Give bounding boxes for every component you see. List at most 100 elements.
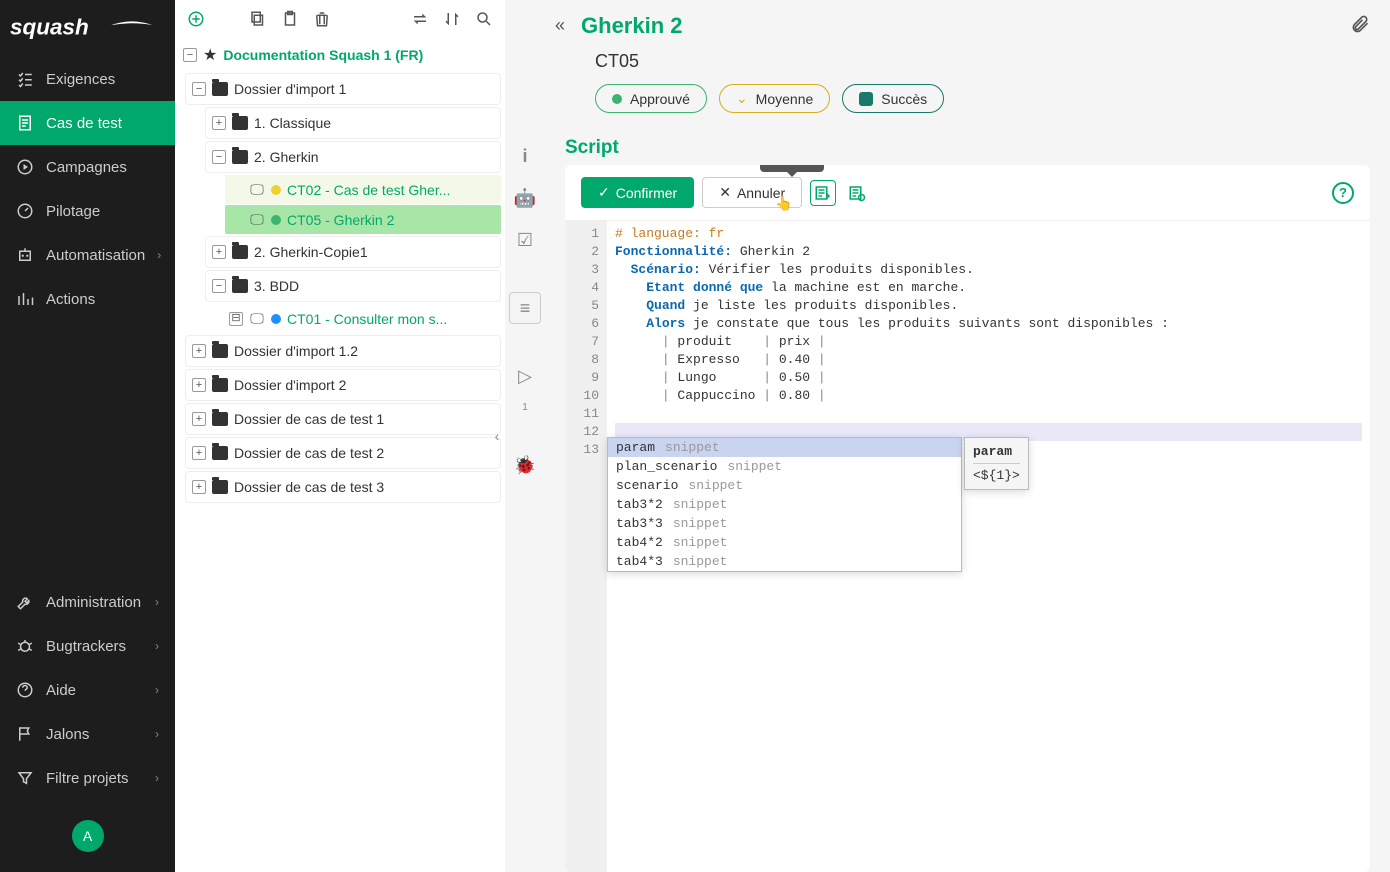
- expander-icon[interactable]: +: [192, 446, 206, 460]
- confirm-label: Confirmer: [616, 185, 677, 201]
- tree-folder[interactable]: +Dossier de cas de test 3: [185, 471, 501, 503]
- tree-folder[interactable]: +1. Classique: [205, 107, 501, 139]
- nav-actions[interactable]: Actions: [0, 277, 175, 321]
- collapse-tree-icon[interactable]: ‹: [489, 416, 505, 456]
- bug-icon[interactable]: 🐞: [509, 449, 541, 481]
- status-result[interactable]: Succès: [842, 84, 944, 113]
- list-icon[interactable]: ≡: [509, 292, 541, 324]
- nav-campagnes[interactable]: Campagnes: [0, 145, 175, 189]
- tree-folder[interactable]: + Dossier d'import 1.2: [185, 335, 501, 367]
- tree-test-item[interactable]: ⊟🖵CT01 - Consulter mon s...: [225, 304, 501, 333]
- tree-folder[interactable]: − Dossier d'import 1: [185, 73, 501, 105]
- checkbox-icon[interactable]: ☑: [509, 224, 541, 256]
- tree-label: 2. Gherkin: [254, 149, 319, 165]
- autocomplete-item[interactable]: plan_scenariosnippet: [608, 457, 961, 476]
- back-icon[interactable]: «: [555, 15, 565, 36]
- nav-filtre-projets[interactable]: Filtre projets›: [0, 756, 175, 800]
- nav-automatisation[interactable]: Automatisation›: [0, 233, 175, 277]
- robot-icon[interactable]: 🤖: [509, 182, 541, 214]
- code-line[interactable]: Fonctionnalité: Gherkin 2: [615, 243, 1362, 261]
- expander-icon[interactable]: [229, 213, 243, 227]
- sort-icon[interactable]: [441, 8, 463, 30]
- tree-label: Dossier d'import 1: [234, 81, 346, 97]
- copy-icon[interactable]: [247, 8, 269, 30]
- nav-label: Aide: [46, 682, 76, 699]
- autocomplete-item[interactable]: tab4*3snippet: [608, 552, 961, 571]
- nav-exigences[interactable]: Exigences: [0, 57, 175, 101]
- avatar[interactable]: A: [72, 820, 104, 852]
- code-line[interactable]: [615, 405, 1362, 423]
- collapse-icon[interactable]: −: [183, 48, 197, 62]
- insert-snippet-button[interactable]: [810, 180, 836, 206]
- delete-icon[interactable]: [311, 8, 333, 30]
- star-icon[interactable]: ★: [203, 45, 217, 65]
- help-icon[interactable]: ?: [1332, 182, 1354, 204]
- cancel-button[interactable]: ✕Annuler: [702, 177, 802, 208]
- expander-icon[interactable]: +: [192, 480, 206, 494]
- tree-project-root[interactable]: − ★ Documentation Squash 1 (FR): [179, 39, 501, 71]
- code-line[interactable]: Alors je constate que tous les produits …: [615, 315, 1362, 333]
- nav-cas-de-test[interactable]: Cas de test: [0, 101, 175, 145]
- expander-icon[interactable]: +: [192, 378, 206, 392]
- play-count: 1: [522, 402, 528, 413]
- code-line[interactable]: | Cappuccino | 0.80 |: [615, 387, 1362, 405]
- tree-folder[interactable]: −3. BDD: [205, 270, 501, 302]
- tree-folder[interactable]: +2. Gherkin-Copie1: [205, 236, 501, 268]
- code-line[interactable]: | Expresso | 0.40 |: [615, 351, 1362, 369]
- tree-folder[interactable]: +Dossier d'import 2: [185, 369, 501, 401]
- expander-icon[interactable]: ⊟: [229, 312, 243, 326]
- tree-folder[interactable]: + Dossier de cas de test 1: [185, 403, 501, 435]
- tree-folder[interactable]: +Dossier de cas de test 2: [185, 437, 501, 469]
- status-approved[interactable]: Approuvé: [595, 84, 707, 113]
- project-label: Documentation Squash 1 (FR): [223, 47, 423, 63]
- autocomplete-item[interactable]: tab3*3snippet: [608, 514, 961, 533]
- expander-icon[interactable]: −: [192, 82, 206, 96]
- code-line[interactable]: # language: fr: [615, 225, 1362, 243]
- tree[interactable]: − ★ Documentation Squash 1 (FR) − Dossier…: [175, 38, 505, 505]
- autocomplete-item[interactable]: paramsnippet: [608, 438, 961, 457]
- code-line[interactable]: | produit | prix |: [615, 333, 1362, 351]
- code-line[interactable]: Quand je liste les produits disponibles.: [615, 297, 1362, 315]
- play-icon[interactable]: ▷: [509, 360, 541, 392]
- ac-name: tab4*3: [616, 554, 663, 569]
- tree-folder[interactable]: − 2. Gherkin: [205, 141, 501, 173]
- expander-icon[interactable]: +: [192, 412, 206, 426]
- autocomplete-item[interactable]: tab4*2snippet: [608, 533, 961, 552]
- expander-icon[interactable]: −: [212, 150, 226, 164]
- ac-type: snippet: [673, 535, 728, 550]
- tree-test-item[interactable]: 🖵CT02 - Cas de test Gher...: [225, 175, 501, 204]
- snippet-settings-button[interactable]: [844, 180, 870, 206]
- autocomplete-popup[interactable]: paramsnippetplan_scenariosnippetscenario…: [607, 437, 962, 572]
- confirm-button[interactable]: ✓Confirmer: [581, 177, 694, 208]
- expander-icon[interactable]: −: [212, 279, 226, 293]
- code-editor[interactable]: 12345678910111213 # language: frFonction…: [565, 220, 1370, 872]
- chevron-right-icon: ›: [155, 771, 159, 785]
- swap-icon[interactable]: [409, 8, 431, 30]
- folder-icon: [212, 344, 228, 358]
- nav-jalons[interactable]: Jalons›: [0, 712, 175, 756]
- status-priority[interactable]: ⌄Moyenne: [719, 84, 830, 113]
- autocomplete-item[interactable]: tab3*2snippet: [608, 495, 961, 514]
- expander-icon[interactable]: +: [192, 344, 206, 358]
- expander-icon[interactable]: +: [212, 116, 226, 130]
- code-line[interactable]: Etant donné que la machine est en marche…: [615, 279, 1362, 297]
- add-icon[interactable]: [185, 8, 207, 30]
- expander-icon[interactable]: [229, 183, 243, 197]
- expander-icon[interactable]: +: [212, 245, 226, 259]
- nav-pilotage[interactable]: Pilotage: [0, 189, 175, 233]
- nav-administration[interactable]: Administration›: [0, 580, 175, 624]
- nav-aide[interactable]: Aide›: [0, 668, 175, 712]
- tree-label: Dossier de cas de test 1: [234, 411, 384, 427]
- autocomplete-item[interactable]: scenariosnippet: [608, 476, 961, 495]
- tree-label: Dossier d'import 1.2: [234, 343, 358, 359]
- hint-name: param: [973, 444, 1020, 464]
- code-line[interactable]: | Lungo | 0.50 |: [615, 369, 1362, 387]
- code-line[interactable]: Scénario: Vérifier les produits disponib…: [615, 261, 1362, 279]
- nav-bugtrackers[interactable]: Bugtrackers›: [0, 624, 175, 668]
- paste-icon[interactable]: [279, 8, 301, 30]
- search-icon[interactable]: [473, 8, 495, 30]
- tree-test-item[interactable]: 🖵CT05 - Gherkin 2: [225, 205, 501, 234]
- tree-toolbar: [175, 0, 505, 38]
- info-icon[interactable]: i: [509, 140, 541, 172]
- attachment-icon[interactable]: [1350, 12, 1370, 39]
